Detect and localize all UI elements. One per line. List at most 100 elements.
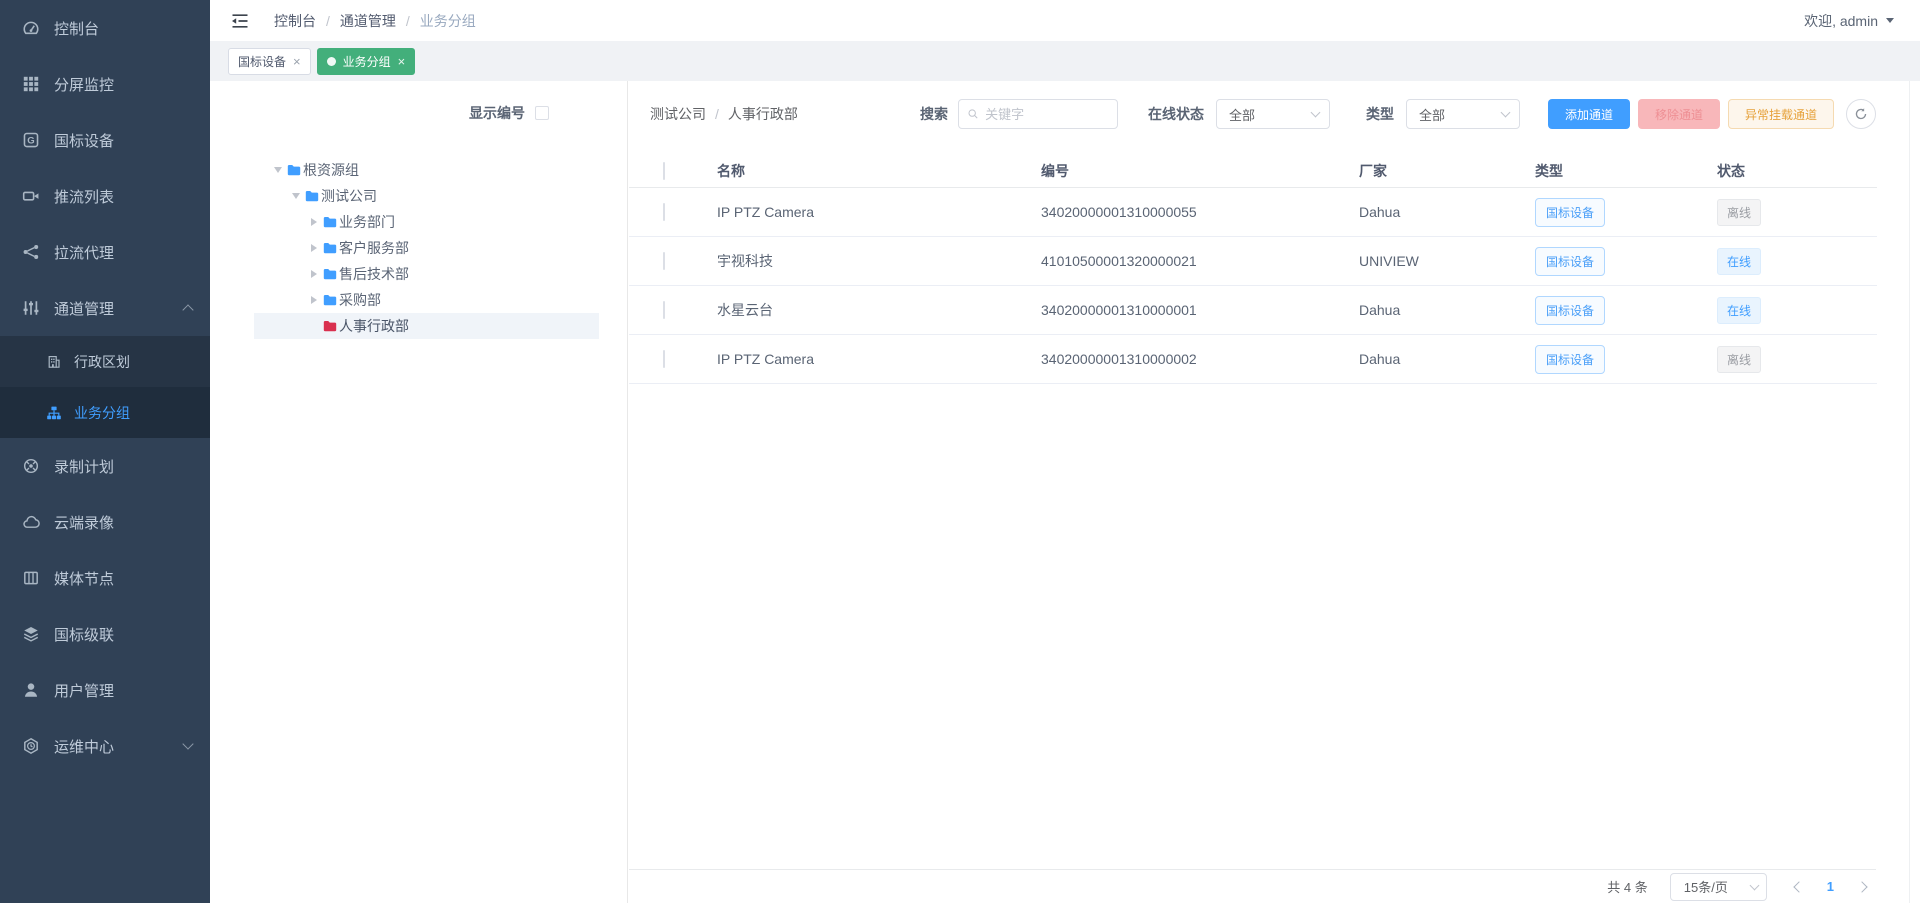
status-badge: 离线 [1717,199,1761,226]
building-icon [46,354,62,370]
next-page-button[interactable] [1848,873,1876,901]
tree-node-root[interactable]: 根资源组 [254,157,599,183]
tree-node-label: 业务部门 [339,212,395,232]
search-input[interactable] [985,107,1109,122]
tree-node-label: 测试公司 [321,186,377,206]
caret-down-icon [1886,18,1894,23]
column-header-vendor: 厂家 [1359,161,1535,181]
cell-name: IP PTZ Camera [717,351,1041,367]
caret-expanded-icon[interactable] [290,193,302,199]
tab-label: 国标设备 [238,53,286,70]
tree-node-company[interactable]: 测试公司 [254,183,599,209]
caret-expanded-icon[interactable] [272,167,284,173]
breadcrumb-item-channel-management[interactable]: 通道管理 [340,11,396,31]
close-icon[interactable] [293,55,301,68]
close-icon[interactable] [398,55,406,68]
chevron-up-icon [182,304,193,315]
table-row[interactable]: 宇视科技 41010500001320000021 UNIVIEW 国标设备 在… [629,237,1877,286]
prev-page-button[interactable] [1785,873,1813,901]
row-checkbox[interactable] [663,301,665,319]
sidebar-item-record-plan[interactable]: 录制计划 [0,438,210,494]
sidebar-item-label: 行政区划 [74,352,130,372]
group-tree-panel: 显示编号 根资源组 测试公司 业务部门 客户服务部 [210,81,628,903]
cascade-layers-icon [22,625,40,643]
cell-vendor: UNIVIEW [1359,253,1535,269]
table-footer: 共 4 条 15条/页 1 [629,869,1876,903]
record-plan-icon [22,457,40,475]
caret-collapsed-icon[interactable] [308,270,320,278]
tree-node-purchasing-dept[interactable]: 采购部 [254,287,599,313]
sidebar-item-label: 控制台 [54,18,99,39]
sidebar-item-business-group[interactable]: 业务分组 [0,387,210,438]
user-icon [22,681,40,699]
folder-icon [322,266,338,282]
total-count: 共 4 条 [1607,877,1647,896]
sidebar-item-ops-center[interactable]: 运维中心 [0,718,210,774]
row-checkbox[interactable] [663,350,665,368]
sidebar-item-push-stream[interactable]: 推流列表 [0,168,210,224]
add-channel-button[interactable]: 添加通道 [1548,99,1630,129]
page-number[interactable]: 1 [1827,879,1834,894]
group-breadcrumb-dept: 人事行政部 [728,104,798,124]
sidebar-item-gb-device[interactable]: G 国标设备 [0,112,210,168]
table-row[interactable]: IP PTZ Camera 34020000001310000002 Dahua… [629,335,1877,384]
tab-gb-device[interactable]: 国标设备 [228,48,311,75]
refresh-button[interactable] [1846,99,1876,129]
cell-name: IP PTZ Camera [717,204,1041,220]
tree-node-label: 客户服务部 [339,238,409,258]
show-id-checkbox[interactable] [535,106,549,120]
sidebar-item-cloud-record[interactable]: 云端录像 [0,494,210,550]
folder-icon [286,162,302,178]
refresh-icon [1854,107,1868,121]
sidebar-item-channel-management[interactable]: 通道管理 [0,280,210,336]
sidebar-item-label: 国标级联 [54,624,114,645]
sidebar-item-user-management[interactable]: 用户管理 [0,662,210,718]
online-state-label: 在线状态 [1148,104,1204,124]
select-all-checkbox[interactable] [663,162,665,180]
status-badge: 离线 [1717,346,1761,373]
tree-node-aftersales-dept[interactable]: 售后技术部 [254,261,599,287]
group-breadcrumb-company[interactable]: 测试公司 [650,104,706,124]
chevron-left-icon [1793,881,1804,892]
chevron-down-icon [182,738,193,749]
search-label: 搜索 [920,104,948,124]
sidebar-item-media-node[interactable]: 媒体节点 [0,550,210,606]
tree-node-hr-admin-dept[interactable]: 人事行政部 [254,313,599,339]
row-checkbox[interactable] [663,252,665,270]
group-breadcrumb: 测试公司 / 人事行政部 [650,104,798,124]
type-badge: 国标设备 [1535,247,1605,276]
tree-node-label: 采购部 [339,290,381,310]
type-badge: 国标设备 [1535,345,1605,374]
user-menu[interactable]: 欢迎, admin [1804,11,1894,31]
sidebar-item-label: 国标设备 [54,130,114,151]
breadcrumb-item-console[interactable]: 控制台 [274,11,316,31]
table-toolbar: 测试公司 / 人事行政部 搜索 在线状态 全部 类型 全部 [629,81,1920,129]
sidebar-item-label: 运维中心 [54,736,114,757]
remove-channel-button[interactable]: 移除通道 [1638,99,1720,129]
row-checkbox[interactable] [663,203,665,221]
tab-business-group[interactable]: 业务分组 [317,48,416,75]
sidebar-item-gb-cascade[interactable]: 国标级联 [0,606,210,662]
table-row[interactable]: IP PTZ Camera 34020000001310000055 Dahua… [629,188,1877,237]
chevron-right-icon [1856,881,1867,892]
tree-node-customer-service-dept[interactable]: 客户服务部 [254,235,599,261]
main-content: 显示编号 根资源组 测试公司 业务部门 客户服务部 [210,81,1920,903]
caret-collapsed-icon[interactable] [308,296,320,304]
sidebar-item-pull-proxy[interactable]: 拉流代理 [0,224,210,280]
table-row[interactable]: 水星云台 34020000001310000001 Dahua 国标设备 在线 [629,286,1877,335]
sidebar-item-split-monitor[interactable]: 分屏监控 [0,56,210,112]
sidebar-item-console[interactable]: 控制台 [0,0,210,56]
status-badge: 在线 [1717,248,1761,275]
caret-collapsed-icon[interactable] [308,244,320,252]
sidebar-item-admin-region[interactable]: 行政区划 [0,336,210,387]
collapse-menu-icon[interactable] [230,11,250,31]
online-state-value: 全部 [1229,105,1255,124]
type-select[interactable]: 全部 [1406,99,1520,129]
abnormal-mount-channel-button[interactable]: 异常挂载通道 [1728,99,1834,129]
tree-node-business-dept[interactable]: 业务部门 [254,209,599,235]
online-state-select[interactable]: 全部 [1216,99,1330,129]
svg-text:G: G [27,136,34,147]
page-size-select[interactable]: 15条/页 [1670,873,1767,901]
caret-collapsed-icon[interactable] [308,218,320,226]
type-badge: 国标设备 [1535,296,1605,325]
